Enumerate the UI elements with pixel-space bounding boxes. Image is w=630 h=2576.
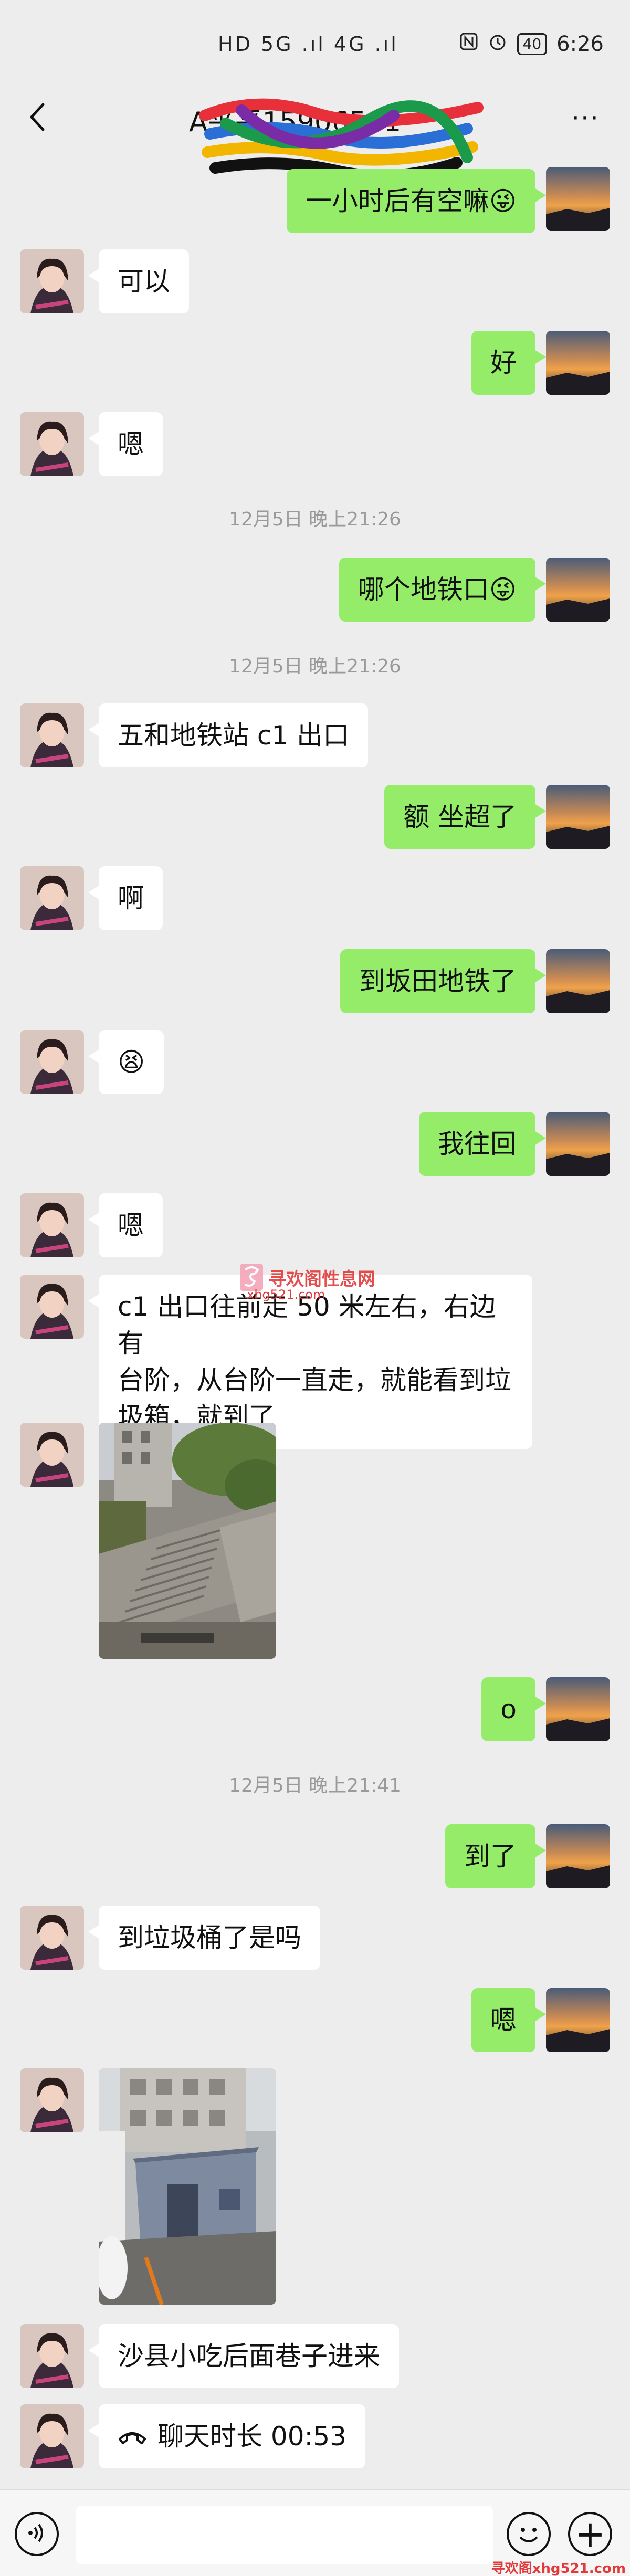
chevron-left-icon xyxy=(26,101,47,135)
battery-indicator: 40 xyxy=(517,33,548,55)
emoji-button[interactable] xyxy=(507,2512,551,2556)
message-bubble-incoming[interactable]: 可以 xyxy=(88,249,189,313)
plus-button[interactable]: + xyxy=(568,2512,612,2556)
contact-avatar[interactable] xyxy=(20,1030,84,1094)
message-input[interactable] xyxy=(76,2506,493,2564)
alarm-icon xyxy=(488,31,508,57)
contact-avatar[interactable] xyxy=(20,412,84,476)
emoji-icon xyxy=(519,2528,538,2542)
message-bubble-incoming[interactable]: 沙县小吃后面巷子进来 xyxy=(88,2324,399,2388)
message-bubble-incoming[interactable]: 五和地铁站 c1 出口 xyxy=(88,703,369,767)
message-bubble-outgoing[interactable]: 嗯 xyxy=(471,1988,546,2052)
nfc-icon xyxy=(459,32,478,56)
plus-icon: + xyxy=(574,2512,606,2556)
phone-icon xyxy=(118,2418,147,2455)
status-bar: HD 5G .ıl 4G .ıl 40 6:26 xyxy=(0,0,630,89)
message-bubble-outgoing[interactable]: o xyxy=(481,1677,546,1741)
timestamp: 12月5日 晚上21:26 xyxy=(229,656,401,677)
message-bubble-incoming[interactable]: 😫 xyxy=(88,1030,164,1094)
clock: 6:26 xyxy=(556,32,604,56)
contact-avatar[interactable] xyxy=(20,866,84,930)
more-button[interactable]: ··· xyxy=(562,94,609,142)
my-avatar[interactable] xyxy=(546,1677,610,1741)
message-bubble-outgoing[interactable]: 哪个地铁口😜 xyxy=(339,558,547,622)
message-bubble-outgoing[interactable]: 我往回 xyxy=(419,1112,546,1176)
timestamp: 12月5日 晚上21:41 xyxy=(229,1775,401,1796)
contact-avatar[interactable] xyxy=(20,2324,84,2388)
my-avatar[interactable] xyxy=(546,167,610,231)
contact-avatar[interactable] xyxy=(20,1275,84,1339)
footer-watermark: 寻欢阁xhg521.com xyxy=(491,2561,626,2576)
my-avatar[interactable] xyxy=(546,558,610,622)
more-dots-icon: ··· xyxy=(571,103,600,133)
voice-button[interactable] xyxy=(15,2512,59,2556)
voice-icon xyxy=(25,2521,48,2547)
contact-avatar[interactable] xyxy=(20,1906,84,1970)
message-bubble-incoming[interactable]: 啊 xyxy=(88,866,163,930)
contact-avatar[interactable] xyxy=(20,2068,84,2132)
call-duration: 聊天时长 00:53 xyxy=(158,2421,346,2452)
image-message-stairs[interactable] xyxy=(99,1423,276,1659)
chat-screen: HD 5G .ıl 4G .ıl 40 6:26 A平平15906581 ··· xyxy=(0,0,630,2576)
contact-avatar[interactable] xyxy=(20,1193,84,1257)
my-avatar[interactable] xyxy=(546,1988,610,2052)
status-right: 40 6:26 xyxy=(459,31,604,57)
timestamp: 12月5日 晚上21:26 xyxy=(229,509,401,530)
my-avatar[interactable] xyxy=(546,331,610,395)
message-bubble-incoming[interactable]: 嗯 xyxy=(88,412,163,476)
watermark-url: xhg521.com xyxy=(247,1287,326,1302)
message-line: 台阶，从台阶一直走，就能看到垃 xyxy=(118,1365,511,1395)
contact-avatar[interactable] xyxy=(20,703,84,767)
message-bubble-outgoing[interactable]: 一小时后有空嘛😜 xyxy=(286,169,547,233)
my-avatar[interactable] xyxy=(546,1824,610,1888)
message-bubble-incoming[interactable]: 到垃圾桶了是吗 xyxy=(88,1906,320,1970)
image-message-alley[interactable] xyxy=(99,2068,276,2305)
watermark-title: 寻欢阁性息网 xyxy=(268,1268,375,1290)
message-bubble-outgoing[interactable]: 到了 xyxy=(445,1824,546,1888)
back-button[interactable] xyxy=(16,94,58,142)
my-avatar[interactable] xyxy=(546,785,610,849)
call-record-bubble[interactable]: 聊天时长 00:53 xyxy=(88,2404,365,2468)
contact-avatar[interactable] xyxy=(20,2404,84,2468)
message-bubble-incoming[interactable]: 嗯 xyxy=(88,1193,163,1257)
contact-avatar[interactable] xyxy=(20,1423,84,1487)
my-avatar[interactable] xyxy=(546,1112,610,1176)
my-avatar[interactable] xyxy=(546,949,610,1013)
message-bubble-outgoing[interactable]: 好 xyxy=(471,331,546,395)
network-indicator: HD 5G .ıl 4G .ıl xyxy=(218,33,398,56)
contact-avatar[interactable] xyxy=(20,249,84,313)
message-bubble-outgoing[interactable]: 到坂田地铁了 xyxy=(340,949,546,1013)
message-bubble-outgoing[interactable]: 额 坐超了 xyxy=(384,785,546,849)
